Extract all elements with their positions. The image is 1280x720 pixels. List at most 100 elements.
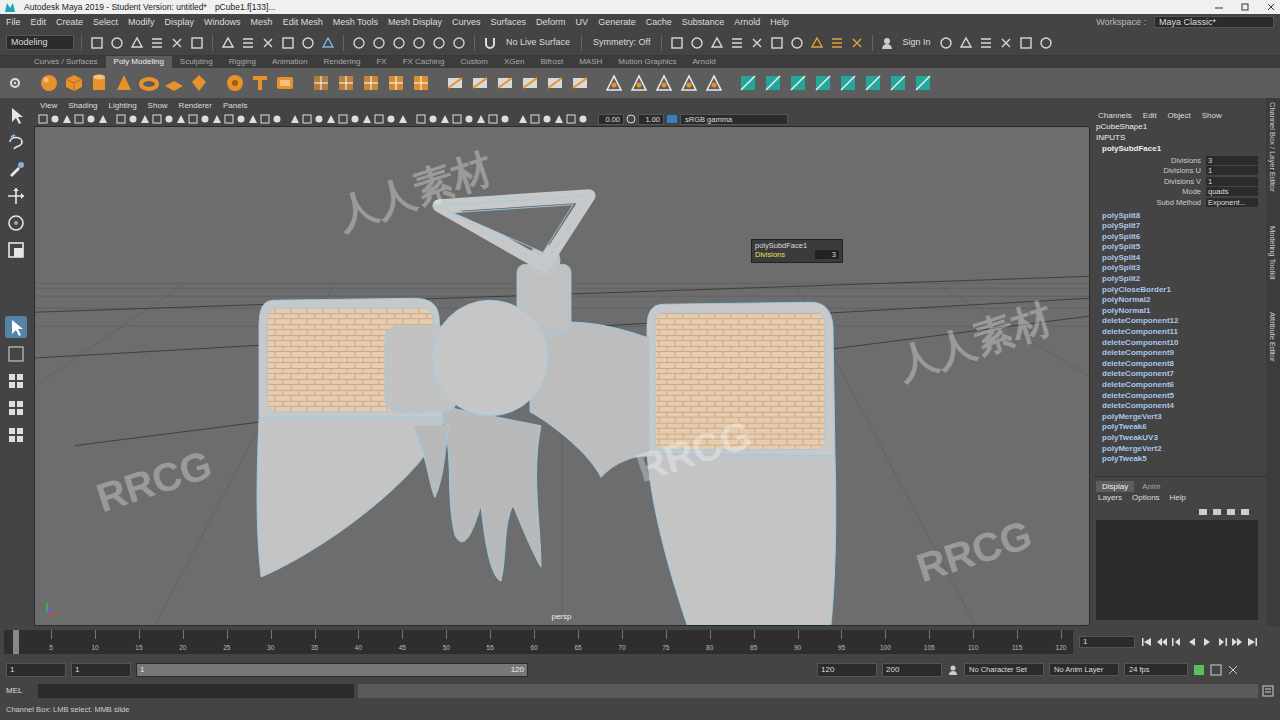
user-icon[interactable]: [880, 36, 894, 50]
shelf-tab[interactable]: FX Caching: [395, 56, 453, 68]
step-forward-icon[interactable]: [1216, 636, 1228, 648]
uv-tool-icon[interactable]: [762, 72, 784, 94]
shelf-tab[interactable]: Poly Modeling: [106, 56, 172, 68]
side-tab[interactable]: Channel Box / Layer Editor: [1266, 100, 1280, 218]
color-space-icon[interactable]: [666, 114, 678, 124]
sound-icon[interactable]: [1210, 664, 1222, 676]
shelf-tab[interactable]: Bifrost: [532, 56, 571, 68]
panel-tool-icon[interactable]: [212, 114, 222, 124]
history-node[interactable]: polyCloseBorder1: [1102, 285, 1266, 296]
history-node[interactable]: polySplit5: [1102, 242, 1266, 253]
uv-tool-icon[interactable]: [737, 72, 759, 94]
tool-icon[interactable]: [280, 35, 296, 51]
history-node[interactable]: deleteComponent7: [1102, 369, 1266, 380]
tool-icon[interactable]: [169, 35, 185, 51]
tool-button[interactable]: [5, 185, 27, 207]
layer-icon[interactable]: [1198, 507, 1208, 517]
tool-icon[interactable]: [371, 35, 387, 51]
history-node[interactable]: deleteComponent4: [1102, 401, 1266, 412]
menu-item[interactable]: Cache: [646, 17, 672, 28]
primitive-icon[interactable]: [188, 72, 210, 94]
history-node[interactable]: polyMergeVert2: [1102, 444, 1266, 455]
menu-item[interactable]: Curves: [452, 17, 481, 28]
exposure-field[interactable]: 0.00: [598, 114, 624, 125]
overlay-value[interactable]: 3: [815, 250, 839, 259]
tool-icon[interactable]: [998, 35, 1014, 51]
magnet-icon[interactable]: [482, 35, 498, 51]
tool-icon[interactable]: [411, 35, 427, 51]
character-set-dropdown[interactable]: No Character Set: [964, 663, 1044, 676]
tool-icon[interactable]: [958, 35, 974, 51]
primitive-icon[interactable]: [113, 72, 135, 94]
menu-item[interactable]: UV: [576, 17, 589, 28]
menu-item[interactable]: Select: [93, 17, 118, 28]
panel-tool-icon[interactable]: [398, 114, 408, 124]
minimize-icon[interactable]: [1214, 2, 1224, 12]
side-tab[interactable]: Attribute Editor: [1266, 310, 1280, 398]
panel-tool-icon[interactable]: [50, 114, 60, 124]
attribute-label[interactable]: Mode: [1094, 187, 1206, 196]
panel-menu-item[interactable]: Renderer: [179, 101, 212, 111]
modify-tool-icon[interactable]: [603, 72, 625, 94]
history-node[interactable]: polyTweak6: [1102, 422, 1266, 433]
panel-tool-icon[interactable]: [224, 114, 234, 124]
panel-tool-icon[interactable]: [248, 114, 258, 124]
panel-tool-icon[interactable]: [62, 114, 72, 124]
tool-icon[interactable]: [89, 35, 105, 51]
tool-button[interactable]: [5, 104, 27, 126]
channel-menu-item[interactable]: Object: [1168, 111, 1191, 121]
anim-layer-dropdown[interactable]: No Anim Layer: [1049, 663, 1119, 676]
shelf-tab[interactable]: Arnold: [685, 56, 724, 68]
panel-tool-icon[interactable]: [578, 114, 588, 124]
panel-tool-icon[interactable]: [86, 114, 96, 124]
character-icon[interactable]: [947, 664, 959, 676]
type-tool-icon[interactable]: [249, 72, 271, 94]
tool-icon[interactable]: [689, 35, 705, 51]
panel-tool-icon[interactable]: [290, 114, 300, 124]
edit-tool-icon[interactable]: [544, 72, 566, 94]
tool-icon[interactable]: [240, 35, 256, 51]
tool-icon[interactable]: [938, 35, 954, 51]
panel-tool-icon[interactable]: [338, 114, 348, 124]
history-node[interactable]: polySplit3: [1102, 263, 1266, 274]
panel-tool-icon[interactable]: [386, 114, 396, 124]
panel-menu-item[interactable]: Show: [148, 101, 168, 111]
history-node[interactable]: deleteComponent5: [1102, 391, 1266, 402]
gear-icon[interactable]: [8, 76, 22, 90]
script-language[interactable]: MEL: [6, 686, 34, 696]
color-space-dropdown[interactable]: sRGB gamma: [680, 114, 788, 125]
panel-tool-icon[interactable]: [452, 114, 462, 124]
menu-item[interactable]: Arnold: [734, 17, 760, 28]
panel-tool-icon[interactable]: [350, 114, 360, 124]
tool-icon[interactable]: [849, 35, 865, 51]
go-start-icon[interactable]: [1141, 636, 1153, 648]
panel-tool-icon[interactable]: [140, 114, 150, 124]
layer-menu-item[interactable]: Layers: [1098, 493, 1122, 503]
attribute-value[interactable]: 3: [1206, 156, 1258, 165]
panel-tool-icon[interactable]: [98, 114, 108, 124]
panel-menu-item[interactable]: Panels: [223, 101, 247, 111]
panel-tool-icon[interactable]: [542, 114, 552, 124]
history-node[interactable]: polyNormal2: [1102, 295, 1266, 306]
panel-tool-icon[interactable]: [464, 114, 474, 124]
current-frame-marker[interactable]: [13, 630, 19, 654]
mesh-tool-icon[interactable]: [335, 72, 357, 94]
attribute-value[interactable]: Exponent...: [1206, 198, 1258, 207]
gamma-icon[interactable]: [626, 114, 636, 124]
close-icon[interactable]: [1266, 2, 1276, 12]
modify-tool-icon[interactable]: [678, 72, 700, 94]
tool-icon[interactable]: [220, 35, 236, 51]
tool-icon[interactable]: [260, 35, 276, 51]
menu-item[interactable]: Mesh: [251, 17, 273, 28]
viewport[interactable]: RRCG人人素材RRCG人人素材RRCGpolySubdFace1Divisio…: [34, 126, 1090, 626]
tool-icon[interactable]: [431, 35, 447, 51]
primitive-icon[interactable]: [88, 72, 110, 94]
tool-icon[interactable]: [829, 35, 845, 51]
layer-icon[interactable]: [1240, 507, 1250, 517]
history-node[interactable]: polySplit7: [1102, 221, 1266, 232]
attribute-label[interactable]: Subd Method: [1094, 198, 1206, 207]
panel-tool-icon[interactable]: [476, 114, 486, 124]
menu-item[interactable]: Display: [165, 17, 195, 28]
tool-icon[interactable]: [300, 35, 316, 51]
uv-tool-icon[interactable]: [837, 72, 859, 94]
